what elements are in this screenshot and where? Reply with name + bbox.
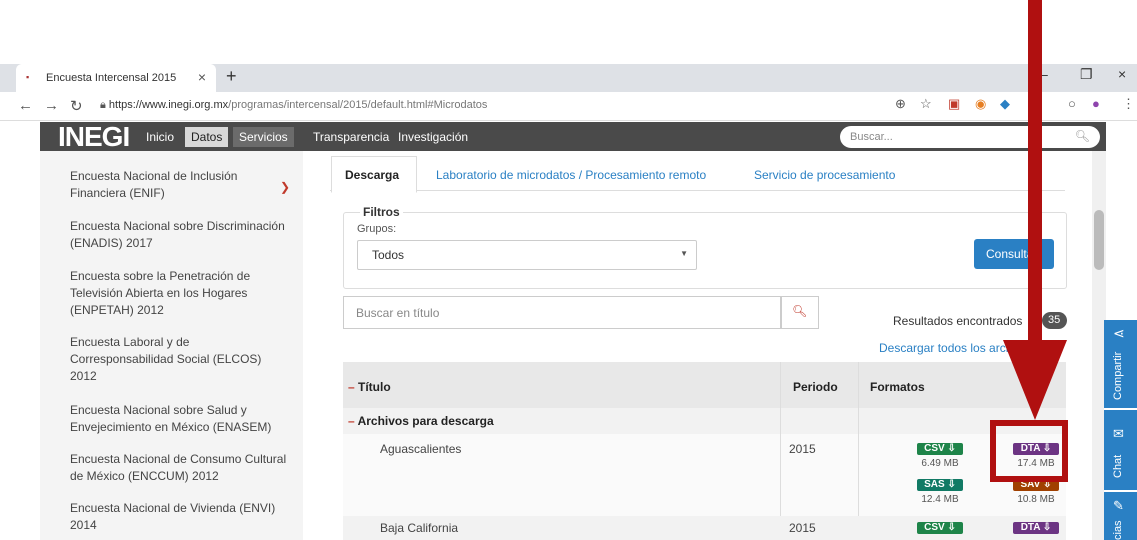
chat-icon[interactable]: ✉ xyxy=(1113,426,1124,442)
dta-download-button[interactable]: DTA ⇩ xyxy=(1013,522,1059,534)
row-period: 2015 xyxy=(789,521,816,535)
results-count: 35 xyxy=(1048,314,1061,326)
close-window-icon[interactable]: × xyxy=(1118,66,1126,82)
tab-laboratorio[interactable]: Laboratorio de microdatos / Procesamient… xyxy=(436,168,706,182)
consultar-button[interactable]: Consultar xyxy=(974,239,1054,269)
sidebar-item-envi[interactable]: Encuesta Nacional de Vivienda (ENVI) 201… xyxy=(70,500,290,534)
share-icon[interactable]: ⋖ xyxy=(1113,325,1125,342)
search-icon[interactable]: 🔍︎ xyxy=(1075,129,1090,143)
lock-icon: 🔒︎ xyxy=(100,99,109,111)
groups-label: Grupos: xyxy=(357,223,397,235)
chat-button[interactable]: Chat xyxy=(1112,455,1124,478)
inegi-logo[interactable]: INEGI xyxy=(58,121,130,153)
csv-label: CSV xyxy=(924,443,945,454)
extension-circle-icon[interactable]: ◉ xyxy=(975,96,986,112)
col-formatos: Formatos xyxy=(870,380,925,394)
csv-download-button[interactable]: CSV ⇩ xyxy=(917,522,963,534)
extension-pdf-icon[interactable]: ▣ xyxy=(948,96,960,112)
url-path: /programas/intercensal/2015/default.html… xyxy=(228,99,488,111)
search-icon: 🔍︎ xyxy=(792,304,808,318)
nav-servicios[interactable]: Servicios xyxy=(233,127,294,147)
csv-size: 6.49 MB xyxy=(921,458,959,469)
floating-divider xyxy=(1104,490,1137,492)
sas-download-button[interactable]: SAS ⇩ xyxy=(917,479,963,491)
sas-label: SAS xyxy=(924,479,945,490)
sidebar-item-elcos[interactable]: Encuesta Laboral y de Corresponsabilidad… xyxy=(70,334,290,385)
zoom-icon[interactable]: ⊕ xyxy=(895,96,906,112)
title-search-button[interactable]: 🔍︎ xyxy=(780,296,819,329)
site-search-input[interactable]: Buscar... 🔍︎ xyxy=(840,126,1100,148)
csv-download-button[interactable]: CSV ⇩ xyxy=(917,443,963,455)
restore-icon[interactable]: ❐ xyxy=(1080,66,1093,83)
site-search-placeholder: Buscar... xyxy=(850,131,893,143)
site-favicon-icon: ▪ xyxy=(26,72,30,82)
table-header xyxy=(343,362,1066,408)
extension-ring-icon[interactable]: ○ xyxy=(1068,96,1076,111)
annotation-arrow-head xyxy=(1003,340,1067,420)
col-periodo: Periodo xyxy=(793,380,838,394)
close-tab-icon[interactable]: × xyxy=(198,69,206,85)
back-icon[interactable]: ← xyxy=(18,97,33,114)
dropdown-arrow-icon: ▼ xyxy=(680,249,688,258)
menu-dots-icon[interactable]: ⋮ xyxy=(1122,96,1135,112)
sidebar-item-enasem[interactable]: Encuesta Nacional sobre Salud y Envejeci… xyxy=(70,402,290,436)
section-archivos[interactable]: – Archivos para descarga xyxy=(348,414,494,428)
forward-icon[interactable]: → xyxy=(44,97,59,114)
profile-avatar[interactable]: ● xyxy=(1092,96,1100,111)
new-tab-button[interactable]: + xyxy=(226,66,237,87)
csv-label: CSV xyxy=(924,522,945,533)
row-period: 2015 xyxy=(789,442,816,456)
nav-datos[interactable]: Datos xyxy=(185,127,229,147)
chevron-down-icon[interactable]: ❯ xyxy=(280,180,290,194)
star-icon[interactable]: ☆ xyxy=(920,96,932,112)
url-field[interactable]: 🔒︎ https://www.inegi.org.mx/programas/in… xyxy=(100,99,487,112)
sidebar-item-enpetah[interactable]: Encuesta sobre la Penetración de Televis… xyxy=(70,268,290,319)
floating-divider xyxy=(1104,408,1137,410)
groups-select-value: Todos xyxy=(372,248,405,262)
scrollbar-thumb[interactable] xyxy=(1094,210,1104,270)
extension-hat-icon[interactable]: ◆ xyxy=(1000,96,1010,112)
share-button[interactable]: Compartir xyxy=(1112,352,1124,400)
tab-servicio[interactable]: Servicio de procesamiento xyxy=(754,168,895,182)
groups-select[interactable]: Todos ▼ xyxy=(357,240,697,270)
browser-tab[interactable]: ▪ Encuesta Intercensal 2015 × xyxy=(16,64,216,92)
survey-button[interactable]: cias xyxy=(1112,520,1124,540)
title-search-input[interactable]: Buscar en título xyxy=(343,296,782,329)
browser-tab-title: Encuesta Intercensal 2015 xyxy=(46,72,177,84)
url-main: https://www.inegi.org.mx xyxy=(108,99,229,111)
sidebar-item-enccum[interactable]: Encuesta Nacional de Consumo Cultural de… xyxy=(70,451,290,485)
nav-transparencia[interactable]: Transparencia xyxy=(307,127,395,147)
column-divider xyxy=(780,362,781,540)
sidebar-item-enadis[interactable]: Encuesta Nacional sobre Discriminación (… xyxy=(70,218,290,252)
edit-icon[interactable]: ✎ xyxy=(1113,498,1124,514)
row-title: Aguascalientes xyxy=(380,442,462,456)
title-search-placeholder: Buscar en título xyxy=(356,306,440,320)
sidebar-item-enif[interactable]: Encuesta Nacional de Inclusión Financier… xyxy=(70,168,290,202)
sas-size: 12.4 MB xyxy=(921,494,959,505)
nav-investigacion[interactable]: Investigación xyxy=(392,127,474,147)
reload-icon[interactable]: ↻ xyxy=(70,97,83,115)
col-titulo[interactable]: – Título xyxy=(348,380,391,394)
annotation-arrow-shaft xyxy=(1028,0,1042,340)
section-archivos-label: Archivos para descarga xyxy=(357,414,494,428)
filters-legend: Filtros xyxy=(360,205,403,219)
row-title: Baja California xyxy=(380,521,459,535)
tab-descarga[interactable]: Descarga xyxy=(345,168,399,182)
results-label: Resultados encontrados xyxy=(893,314,1023,328)
nav-inicio[interactable]: Inicio xyxy=(140,127,180,147)
sav-size: 10.8 MB xyxy=(1017,494,1055,505)
results-count-badge: 35 xyxy=(1042,312,1067,329)
dta-label: DTA xyxy=(1020,522,1041,533)
annotation-highlight-box xyxy=(990,420,1068,482)
column-divider xyxy=(858,362,859,540)
col-titulo-label: Título xyxy=(358,380,391,394)
